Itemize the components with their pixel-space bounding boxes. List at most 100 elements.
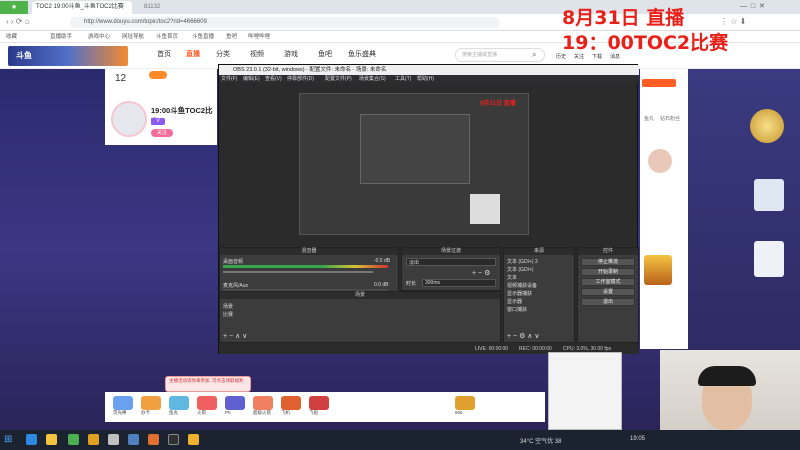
obs-preview[interactable]: 8月31日 直播 (299, 93, 529, 235)
nav-yuba[interactable]: 鱼吧 (318, 49, 332, 59)
gift-icon[interactable] (141, 396, 161, 410)
stop-streaming-button[interactable]: 停止推流 (581, 258, 635, 266)
settings-button[interactable]: 设置 (581, 288, 635, 296)
menu-view[interactable]: 查看(V) (265, 75, 282, 83)
search-icon[interactable]: ⌕ (532, 50, 536, 60)
transition-add-icon[interactable]: + − ⚙ (472, 269, 490, 277)
right-sidebar: 鱼丸 钻石粉丝 (640, 69, 688, 349)
duration-input[interactable]: 300ms (422, 279, 496, 287)
popup-window[interactable] (548, 352, 622, 430)
tab-douyu[interactable]: TOC2 19:00斗鱼_斗鱼TOC2比赛 (32, 1, 132, 14)
menu-docks[interactable]: 停靠部件(D) (287, 75, 314, 83)
bookmark-item[interactable]: 鱼吧 (226, 31, 237, 43)
nav-video[interactable]: 视频 (250, 49, 264, 59)
obs-menubar: 文件(F) 编辑(E) 查看(V) 停靠部件(D) 配置文件(P) 场景集合(S… (219, 75, 639, 83)
bookmark-item[interactable]: 哔哩哔哩 (248, 31, 270, 43)
source-item[interactable]: 文本 (GDI+) 3 (507, 258, 538, 265)
menu-file[interactable]: 文件(F) (221, 75, 237, 83)
studio-mode-button[interactable]: 工作室模式 (581, 278, 635, 286)
nav-live[interactable]: 直播 (186, 49, 200, 59)
transition-select[interactable]: 淡出 (406, 258, 496, 266)
explorer-icon[interactable] (46, 434, 57, 445)
sidebar-tab[interactable]: 鱼丸 (644, 115, 654, 122)
window-controls[interactable]: — □ ✕ (740, 2, 765, 10)
url-input[interactable]: http://www.douyu.com/topic/toc2?rid=4666… (70, 17, 500, 28)
sidebar-tab[interactable]: 钻石粉丝 (660, 115, 680, 122)
source-item[interactable]: 文本 (GDI+) (507, 266, 534, 273)
menu-edit[interactable]: 编辑(E) (243, 75, 260, 83)
avatar[interactable] (648, 149, 672, 173)
app-icon[interactable] (188, 434, 199, 445)
gift-icon[interactable] (197, 396, 217, 410)
source-item[interactable]: 窗口捕获 (507, 306, 527, 313)
bookmark-item[interactable]: 收藏 (6, 31, 17, 43)
obs-titlebar[interactable]: OBS 23.0.1 (32-bit, windows) - 配置文件: 未命名… (219, 65, 639, 75)
clock-text: 19:05 (630, 436, 646, 442)
game-ad-icon[interactable] (644, 255, 672, 285)
menu-profile[interactable]: 配置文件(P) (325, 75, 352, 83)
overlay-time-text: 19：00TOC2比赛 (562, 32, 729, 54)
nav-home[interactable]: 首页 (157, 49, 171, 59)
transition-type: 淡出 (409, 260, 420, 266)
promo-tag[interactable] (642, 79, 676, 87)
source-item[interactable]: 显示器 (507, 298, 522, 305)
menu-scene-collection[interactable]: 场景集合(S) (359, 75, 386, 83)
site-logo[interactable]: 斗鱼 (8, 46, 128, 66)
gift-label: 办卡 (141, 410, 150, 415)
promo-bubble[interactable]: 主播活动等你来参加, 可点击领取福利 (165, 376, 251, 392)
browser-icon[interactable] (68, 434, 79, 445)
source-item[interactable]: 文本 (507, 274, 517, 281)
bookmark-item[interactable]: 直播助手 (50, 31, 72, 43)
gift-icon[interactable] (169, 396, 189, 410)
live-timer: LIVE: 00:00:00 (475, 346, 509, 352)
nav-game[interactable]: 游戏 (284, 49, 298, 59)
menu-tools[interactable]: 工具(T) (395, 75, 411, 83)
app-icon[interactable] (128, 434, 139, 445)
trophy-icon[interactable] (750, 109, 784, 143)
gift-icon[interactable] (309, 396, 329, 410)
gift-icon[interactable] (253, 396, 273, 410)
bookmark-item[interactable]: 斗鱼直播 (192, 31, 214, 43)
back-forward-icon[interactable]: ‹ › ⟳ ⌂ (6, 17, 30, 26)
nested-preview (360, 114, 470, 184)
browser-logo-icon[interactable]: ◉ (0, 1, 28, 14)
bookmark-item[interactable]: 网址导航 (122, 31, 144, 43)
toolbar-icons[interactable]: ⋮ ☆ ⬇ (720, 17, 746, 26)
source-item[interactable]: 显示器捕获 (507, 290, 532, 297)
avatar[interactable] (111, 101, 147, 137)
scene-add-remove-icon[interactable]: + − ∧ ∨ (223, 332, 247, 340)
obs-icon[interactable] (168, 434, 179, 445)
toggle-icon[interactable] (149, 71, 167, 79)
gift-icon[interactable] (225, 396, 245, 410)
edge-icon[interactable] (26, 434, 37, 445)
event-card[interactable] (754, 241, 784, 277)
scene-item[interactable]: 比赛 (223, 311, 233, 318)
gift-icon[interactable] (455, 396, 475, 410)
nav-category[interactable]: 分类 (216, 49, 230, 59)
menu-help[interactable]: 帮助(H) (417, 75, 434, 83)
exit-button[interactable]: 退出 (581, 298, 635, 306)
volume-slider[interactable] (223, 271, 373, 273)
app-icon[interactable] (108, 434, 119, 445)
bookmark-item[interactable]: 游戏中心 (88, 31, 110, 43)
start-recording-button[interactable]: 开始录制 (581, 268, 635, 276)
scene-item[interactable]: 场景 (223, 303, 233, 310)
follow-button[interactable]: 关注 (151, 129, 173, 137)
mixer-dock-title: 混音器 (220, 248, 398, 255)
event-card[interactable] (754, 179, 784, 211)
tab-second[interactable]: 81132 (140, 1, 190, 14)
start-icon[interactable]: ⊞ (4, 434, 15, 445)
overlay-date-text: 8月31日 直播 (562, 7, 685, 29)
gift-label: 荧光棒 (113, 410, 127, 415)
follow-count: 12 (115, 73, 127, 84)
gift-icon[interactable] (113, 396, 133, 410)
source-add-remove-icon[interactable]: + − ⚙ ∧ ∨ (507, 332, 539, 340)
gift-icon[interactable] (281, 396, 301, 410)
bookmark-item[interactable]: 斗鱼首页 (156, 31, 178, 43)
app-icon[interactable] (148, 434, 159, 445)
gift-label: 鱼丸 (169, 410, 178, 415)
app-icon[interactable] (88, 434, 99, 445)
preview-overlay-text: 8月31日 直播 (480, 101, 516, 107)
source-item[interactable]: 视频捕获设备 (507, 282, 537, 289)
nav-gala[interactable]: 鱼乐盛典 (348, 49, 376, 59)
